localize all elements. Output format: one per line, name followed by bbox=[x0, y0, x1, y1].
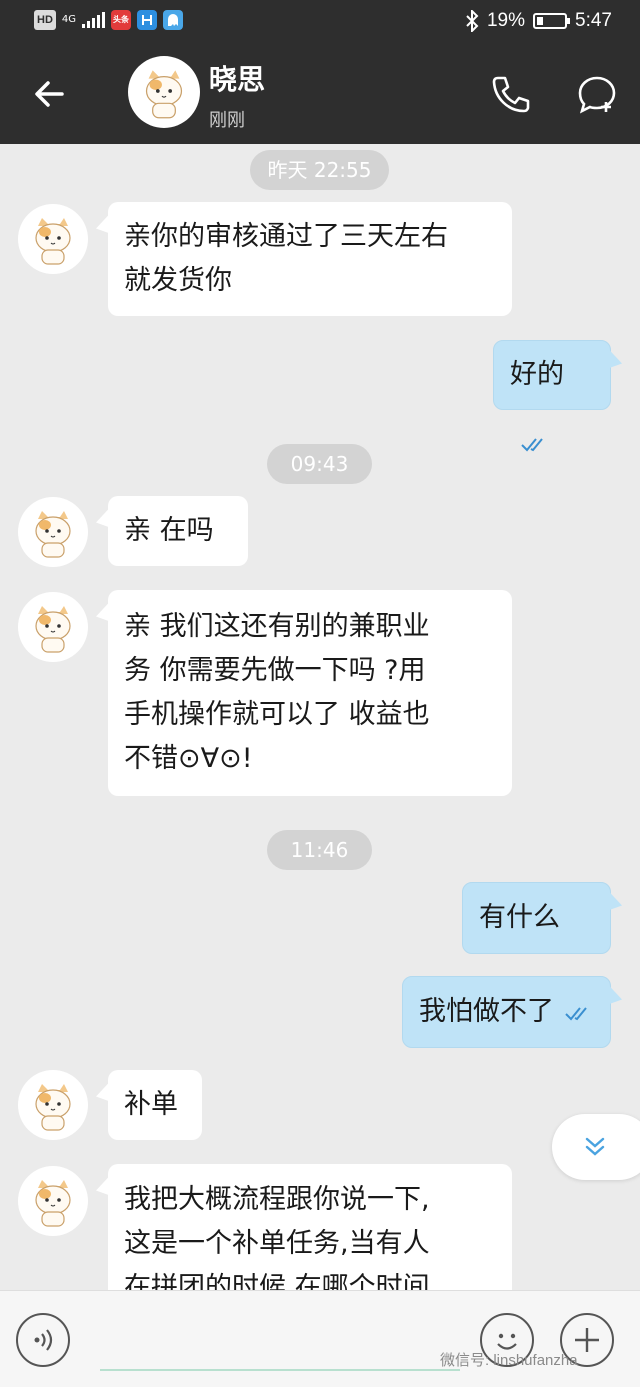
app-icon-blue bbox=[137, 10, 158, 30]
timestamp-divider: 09:43 bbox=[267, 444, 372, 484]
cat-avatar-icon bbox=[145, 70, 183, 119]
message-text: 就发货你 bbox=[124, 265, 232, 296]
contact-name: 晓思 bbox=[209, 63, 266, 96]
message-text: 务 你需要先做一下吗 ?用 bbox=[124, 655, 426, 686]
phone-icon bbox=[492, 76, 530, 113]
outgoing-message-bubble[interactable]: 我怕做不了 bbox=[402, 976, 611, 1048]
outgoing-message-bubble[interactable]: 好的 bbox=[493, 340, 611, 451]
chat-bubble-plus-icon bbox=[578, 76, 616, 114]
message-text: 补单 bbox=[124, 1089, 178, 1120]
message-text: 手机操作就可以了 收益也 bbox=[124, 699, 430, 730]
last-seen-status: 刚刚 bbox=[209, 110, 245, 131]
incoming-message-bubble[interactable]: 补单 bbox=[108, 1070, 202, 1140]
incoming-message-bubble[interactable]: 亲你的审核通过了三天左右 就发货你 bbox=[108, 202, 512, 316]
message-text: 这是一个补单任务,当有人 bbox=[124, 1228, 430, 1259]
cat-avatar-icon bbox=[35, 218, 71, 265]
sender-avatar[interactable] bbox=[18, 204, 88, 274]
message-text: 我怕做不了 bbox=[419, 996, 554, 1027]
message-text: 亲 在吗 bbox=[124, 515, 214, 546]
clock: 5:47 bbox=[575, 10, 612, 31]
cat-avatar-icon bbox=[35, 606, 71, 653]
timestamp-divider: 11:46 bbox=[267, 830, 372, 870]
sender-avatar[interactable] bbox=[18, 497, 88, 567]
timestamp-divider: 昨天 22:55 bbox=[250, 150, 389, 190]
message-text: 亲你的审核通过了三天左右 bbox=[124, 221, 448, 252]
voice-call-button[interactable] bbox=[488, 72, 534, 118]
incoming-message-bubble[interactable]: 亲 我们这还有别的兼职业 务 你需要先做一下吗 ?用 手机操作就可以了 收益也 … bbox=[108, 590, 512, 796]
network-type: 4G bbox=[61, 14, 77, 25]
message-input[interactable] bbox=[100, 1311, 460, 1371]
arrow-left-icon bbox=[35, 81, 64, 107]
incoming-message-bubble[interactable]: 我把大概流程跟你说一下, 这是一个补单任务,当有人 在拼团的时候,在哪个时间 bbox=[108, 1164, 512, 1290]
hd-indicator: HD bbox=[34, 10, 56, 30]
message-text: 我把大概流程跟你说一下, bbox=[124, 1184, 430, 1215]
sender-avatar[interactable] bbox=[18, 592, 88, 662]
message-list[interactable]: 昨天 22:55 亲你的审核通过了三天左右 就发货你 好的 09:43 亲 在吗… bbox=[0, 144, 640, 1290]
voice-wave-icon bbox=[34, 1329, 53, 1351]
chat-header: 晓思 刚刚 bbox=[0, 44, 640, 144]
message-text: 不错⊙∀⊙! bbox=[124, 743, 253, 774]
message-text: 有什么 bbox=[479, 902, 560, 933]
input-bar: 微信号: linshufanzha bbox=[0, 1290, 640, 1387]
cat-avatar-icon bbox=[35, 1084, 71, 1131]
read-double-check-icon bbox=[565, 1006, 587, 1020]
cat-avatar-icon bbox=[35, 1180, 71, 1227]
scroll-to-bottom-button[interactable] bbox=[552, 1114, 640, 1180]
message-text: 亲 我们这还有别的兼职业 bbox=[124, 611, 430, 642]
status-left: HD 4G 头条 bbox=[34, 10, 184, 30]
outgoing-message-bubble[interactable]: 有什么 bbox=[462, 882, 611, 996]
voice-input-button[interactable] bbox=[16, 1313, 70, 1367]
contact-avatar[interactable] bbox=[128, 56, 200, 128]
message-text: 好的 bbox=[510, 359, 564, 390]
sender-avatar[interactable] bbox=[18, 1070, 88, 1140]
status-right: 19% 5:47 bbox=[465, 10, 612, 32]
cat-avatar-icon bbox=[35, 511, 71, 558]
incoming-message-bubble[interactable]: 亲 在吗 bbox=[108, 496, 248, 566]
message-text: 在拼团的时候,在哪个时间 bbox=[124, 1272, 430, 1290]
app-icon-ghost bbox=[163, 10, 184, 30]
battery-percent: 19% bbox=[486, 10, 526, 31]
watermark: 微信号: linshufanzha bbox=[440, 1352, 578, 1369]
read-double-check-icon bbox=[521, 437, 543, 451]
bluetooth-icon bbox=[466, 10, 479, 32]
toutiao-app-icon: 头条 bbox=[111, 10, 132, 30]
add-chat-button[interactable] bbox=[574, 72, 620, 118]
sender-avatar[interactable] bbox=[18, 1166, 88, 1236]
signal-icon bbox=[82, 12, 106, 28]
double-chevron-down-icon bbox=[585, 1137, 605, 1156]
battery-icon bbox=[533, 13, 571, 29]
status-bar: HD 4G 头条 19% 5:47 bbox=[0, 0, 640, 44]
back-button[interactable] bbox=[28, 72, 72, 116]
